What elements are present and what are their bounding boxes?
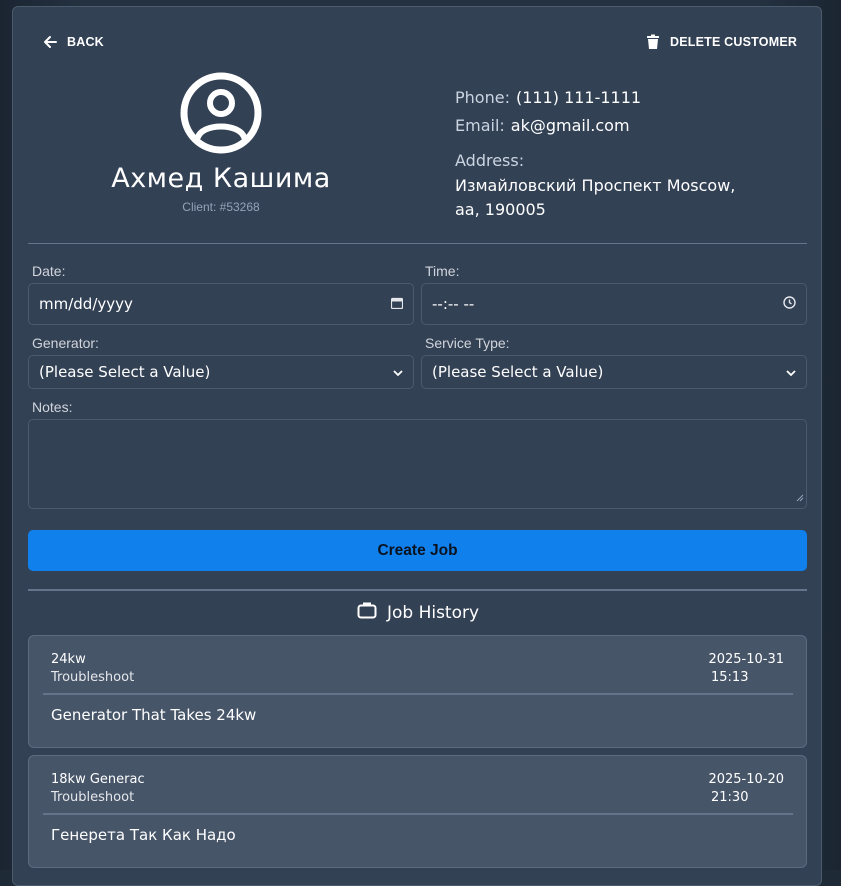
email-label: Email: — [455, 115, 505, 135]
trash-icon — [646, 34, 660, 50]
clock-icon[interactable] — [783, 295, 796, 313]
job-service-type: Troubleshoot — [51, 790, 135, 805]
job-service-type: Troubleshoot — [51, 670, 135, 685]
date-input-value: mm/dd/yyyy — [39, 295, 133, 313]
address-value: Измайловский Проспект Moscow, aa, 190005 — [455, 174, 795, 222]
profile-divider — [28, 243, 807, 244]
phone-value: (111) 111-1111 — [515, 87, 642, 107]
email-value: ak@gmail.com — [510, 115, 630, 135]
job-divider — [43, 813, 793, 815]
generator-label: Generator: — [32, 335, 99, 351]
customer-profile: Ахмед Кашима Client: #53268 — [41, 71, 401, 214]
job-date: 2025-10-20 — [708, 772, 784, 787]
generator-select-value: (Please Select a Value) — [39, 363, 211, 381]
date-input[interactable]: mm/dd/yyyy — [28, 283, 414, 325]
time-input-value: --:-- -- — [432, 295, 475, 313]
date-label: Date: — [32, 263, 66, 279]
notes-label: Notes: — [32, 399, 73, 415]
notes-textarea[interactable] — [28, 419, 807, 509]
arrow-left-icon — [43, 35, 57, 49]
job-generator: 18kw Generac — [51, 772, 145, 787]
phone-label: Phone: — [455, 87, 510, 107]
service-type-select-value: (Please Select a Value) — [432, 363, 604, 381]
email-row: Email: ak@gmail.com — [455, 111, 795, 139]
job-card[interactable]: 18kw Generac Troubleshoot 2025-10-20 21:… — [28, 755, 807, 868]
phone-row: Phone: (111) 111-1111 — [455, 83, 795, 111]
customer-name: Ахмед Кашима — [111, 163, 331, 194]
chevron-down-icon — [786, 363, 796, 381]
job-history-header: Job History — [13, 601, 823, 624]
job-note: Генерета Так Как Надо — [51, 826, 236, 844]
job-note: Generator That Takes 24kw — [51, 706, 257, 724]
back-button[interactable]: BACK — [43, 29, 104, 55]
calendar-icon[interactable] — [390, 295, 404, 313]
create-job-button[interactable]: Create Job — [28, 530, 807, 571]
job-time: 15:13 — [711, 670, 749, 685]
client-id: Client: #53268 — [182, 200, 260, 214]
service-type-select[interactable]: (Please Select a Value) — [421, 355, 807, 389]
address-label: Address: — [455, 151, 525, 170]
time-label: Time: — [425, 263, 460, 279]
briefcase-icon — [357, 601, 377, 624]
job-divider — [43, 693, 793, 695]
customer-card: BACK DELETE CUSTOMER Ахмед Кашима Client… — [12, 6, 822, 886]
job-history-title: Job History — [386, 602, 480, 623]
form-divider — [28, 589, 807, 591]
back-label: BACK — [67, 35, 104, 49]
user-circle-icon — [179, 71, 263, 155]
address-line-2: aa, 190005 — [455, 200, 546, 219]
address-line-1: Измайловский Проспект Moscow, — [455, 176, 736, 195]
service-type-label: Service Type: — [425, 335, 510, 351]
delete-customer-label: DELETE CUSTOMER — [670, 35, 798, 49]
job-card[interactable]: 24kw Troubleshoot 2025-10-31 15:13 Gener… — [28, 635, 807, 748]
delete-customer-button[interactable]: DELETE CUSTOMER — [646, 29, 797, 55]
generator-select[interactable]: (Please Select a Value) — [28, 355, 414, 389]
resize-handle-icon[interactable] — [796, 488, 804, 506]
customer-contact: Phone: (111) 111-1111 Email: ak@gmail.co… — [455, 83, 795, 222]
job-generator: 24kw — [51, 652, 86, 667]
time-input[interactable]: --:-- -- — [421, 283, 807, 325]
job-time: 21:30 — [711, 790, 749, 805]
job-date: 2025-10-31 — [708, 652, 784, 667]
chevron-down-icon — [393, 363, 403, 381]
